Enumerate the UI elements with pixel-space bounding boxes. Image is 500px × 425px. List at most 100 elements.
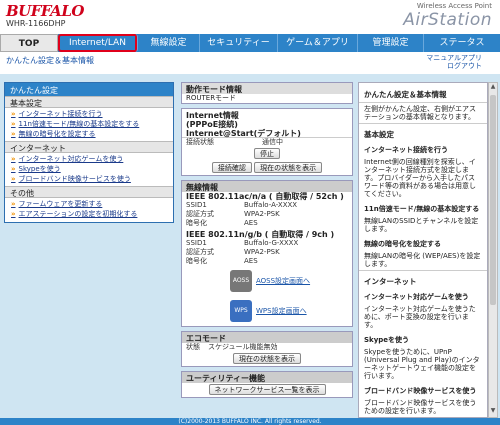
help-basic-heading: 基本設定: [359, 123, 487, 141]
arrow-icon: »: [11, 110, 16, 118]
mode-title: 動作モード情報: [182, 83, 352, 94]
scroll-down-icon[interactable]: ▼: [489, 407, 497, 417]
band1-title: IEEE 802.11ac/n/a ( 自動取得 / 52ch ): [186, 192, 344, 201]
stop-button[interactable]: 停止: [254, 148, 280, 159]
content-area: かんたん設定 基本設定 » インターネット接続を行う » 11n倍速モード/無線の基…: [0, 74, 500, 418]
show-status-button[interactable]: 現在の状態を表示: [254, 162, 323, 173]
eco-status-button[interactable]: 現在の状態を表示: [233, 353, 301, 364]
section-internet: インターネット: [5, 141, 173, 153]
band1-enc: 暗号化 AES: [186, 219, 258, 227]
band2-auth: 認証方式 WPA2-PSK: [186, 248, 280, 256]
header: BUFFALO WHR-1166DHP Wireless Access Poin…: [0, 0, 500, 34]
band1-auth: 認証方式 WPA2-PSK: [186, 210, 280, 218]
band2-ssid: SSID1 Buffalo-G-XXXX: [186, 239, 299, 247]
tab-game-app[interactable]: ゲーム＆アプリ: [278, 34, 358, 52]
tab-wireless[interactable]: 無線設定: [138, 34, 200, 52]
band2-enc: 暗号化 AES: [186, 257, 258, 265]
status-label: 接続状態: [186, 138, 214, 146]
status-value: 通信中: [262, 138, 283, 146]
help-11n-heading: 11n倍速モード/無線の基本設定する: [364, 205, 480, 213]
easy-setup-title: かんたん設定: [5, 83, 173, 96]
help-bb-heading: ブロードバンド映像サービスを使う: [364, 387, 477, 395]
tab-status[interactable]: ステータス: [424, 34, 500, 52]
menu-item-internet-connect[interactable]: » インターネット接続を行う: [5, 108, 173, 118]
tab-top[interactable]: TOP: [0, 34, 58, 52]
model-name: WHR-1166DHP: [6, 19, 66, 28]
help-scrollbar[interactable]: ▲ ▼: [488, 82, 498, 418]
menu-item-broadband[interactable]: » ブロードバンド映像サービスを使う: [5, 173, 173, 183]
arrow-icon: »: [11, 175, 16, 183]
arrow-icon: »: [11, 200, 16, 208]
help-game-text: インターネット対応ゲームを使うために、ポート変換の設定を行います。: [364, 305, 476, 329]
internet-buttons: 接続確認 現在の状態を表示: [182, 161, 352, 175]
arrow-icon: »: [11, 130, 16, 138]
internet-account: Internet@Start(デフォルト): [182, 129, 352, 138]
band1-ssid: SSID1 Buffalo-A-XXXX: [186, 201, 298, 209]
subbar: かんたん設定＆基本情報 マニュアルアプリ ログアウト: [0, 52, 500, 74]
help-enc-heading: 無線の暗号化を設定する: [364, 240, 441, 248]
utility-button-row: ネットワークサービス一覧を表示: [182, 383, 352, 397]
aoss-link[interactable]: AOSS設定画面へ: [256, 276, 310, 286]
manual-link[interactable]: マニュアルアプリ: [426, 54, 482, 62]
check-connection-button[interactable]: 接続確認: [211, 162, 252, 173]
logout-link[interactable]: ログアウト: [426, 62, 482, 70]
menu-item-firmware[interactable]: » ファームウェアを更新する: [5, 198, 173, 208]
main-tabs: TOP Internet/LAN 無線設定 セキュリティー ゲーム＆アプリ 管理…: [0, 34, 500, 52]
arrow-icon: »: [11, 120, 16, 128]
band2-title: IEEE 802.11n/g/b ( 自動取得 / 9ch ): [186, 230, 335, 239]
mode-value: ROUTERモード: [186, 94, 237, 102]
utility-box: ユーティリティー機能 ネットワークサービス一覧を表示: [181, 371, 353, 398]
help-skype-heading: Skypeを使う: [364, 336, 410, 344]
scroll-thumb[interactable]: [490, 95, 496, 305]
help-intro: 左側がかんたん設定、右側がエアステーションの基本情報となります。: [364, 105, 476, 121]
wireless-box: 無線情報 IEEE 802.11ac/n/a ( 自動取得 / 52ch ) S…: [181, 180, 353, 327]
product-subtitle: Wireless Access Point: [416, 2, 492, 10]
help-net-heading: インターネット: [359, 270, 487, 288]
menu-item-skype[interactable]: » Skypeを使う: [5, 163, 173, 173]
connection-status: 接続状態 通信中: [182, 138, 352, 147]
help-11n-text: 無線LANのSSIDとチャンネルを設定します。: [364, 217, 479, 233]
wps-link[interactable]: WPS設定画面へ: [256, 306, 307, 316]
info-panel: 動作モード情報 ROUTERモード Internet情報 (PPPoE接続) I…: [181, 82, 353, 402]
help-game-heading: インターネット対応ゲームを使う: [364, 293, 469, 301]
brand-logo: BUFFALO: [6, 2, 84, 20]
arrow-icon: »: [11, 165, 16, 173]
network-service-list-button[interactable]: ネットワークサービス一覧を表示: [208, 384, 326, 395]
menu-item-reset[interactable]: » エアステーションの設定を初期化する: [5, 208, 173, 218]
section-other: その他: [5, 186, 173, 198]
utility-title: ユーティリティー機能: [182, 372, 352, 383]
product-name: AirStation: [403, 10, 492, 30]
help-title: かんたん設定＆基本情報: [359, 83, 487, 103]
eco-button-row: 現在の状態を表示: [182, 352, 352, 366]
wireless-title: 無線情報: [182, 181, 352, 192]
menu-item-11n-mode[interactable]: » 11n倍速モード/無線の基本設定をする: [5, 118, 173, 128]
tab-security[interactable]: セキュリティー: [200, 34, 278, 52]
help-bb-text: ブロードバンド映像サービスを使うための設定を行います。: [364, 399, 477, 415]
stop-row: 停止: [182, 147, 352, 161]
section-basic: 基本設定: [5, 96, 173, 108]
arrow-icon: »: [11, 155, 16, 163]
help-inet-heading: インターネット接続を行う: [364, 146, 448, 154]
footer: (C)2000-2013 BUFFALO INC. All rights res…: [0, 418, 500, 425]
aoss-icon[interactable]: AOSS: [230, 270, 252, 292]
wps-icon[interactable]: WPS: [230, 300, 252, 322]
manual-links: マニュアルアプリ ログアウト: [426, 54, 482, 70]
breadcrumb[interactable]: かんたん設定＆基本情報: [6, 55, 94, 66]
internet-title: Internet情報: [186, 111, 239, 120]
aoss-row: AOSS AOSS設定画面へ: [182, 266, 352, 296]
internet-type: (PPPoE接続): [186, 120, 238, 129]
menu-item-encryption[interactable]: » 無線の暗号化を設定する: [5, 128, 173, 138]
tab-admin[interactable]: 管理設定: [358, 34, 424, 52]
help-panel: かんたん設定＆基本情報 左側がかんたん設定、右側がエアステーションの基本情報とな…: [358, 82, 488, 418]
eco-status: 状態 スケジュール機能無効: [186, 343, 278, 351]
tab-internet-lan[interactable]: Internet/LAN: [58, 34, 138, 52]
eco-box: エコモード 状態 スケジュール機能無効 現在の状態を表示: [181, 331, 353, 367]
eco-title: エコモード: [182, 332, 352, 343]
internet-box: Internet情報 (PPPoE接続) Internet@Start(デフォル…: [181, 108, 353, 176]
scroll-up-icon[interactable]: ▲: [489, 83, 497, 93]
menu-item-game[interactable]: » インターネット対応ゲームを使う: [5, 153, 173, 163]
help-enc-text: 無線LANの暗号化 (WEP/AES)を設定します。: [364, 252, 481, 268]
wps-row: WPS WPS設定画面へ: [182, 296, 352, 326]
help-inet-text: Internet側の回線種別を探索し、インターネット接続方式を設定します。プロバ…: [364, 158, 476, 198]
mode-box: 動作モード情報 ROUTERモード: [181, 82, 353, 104]
